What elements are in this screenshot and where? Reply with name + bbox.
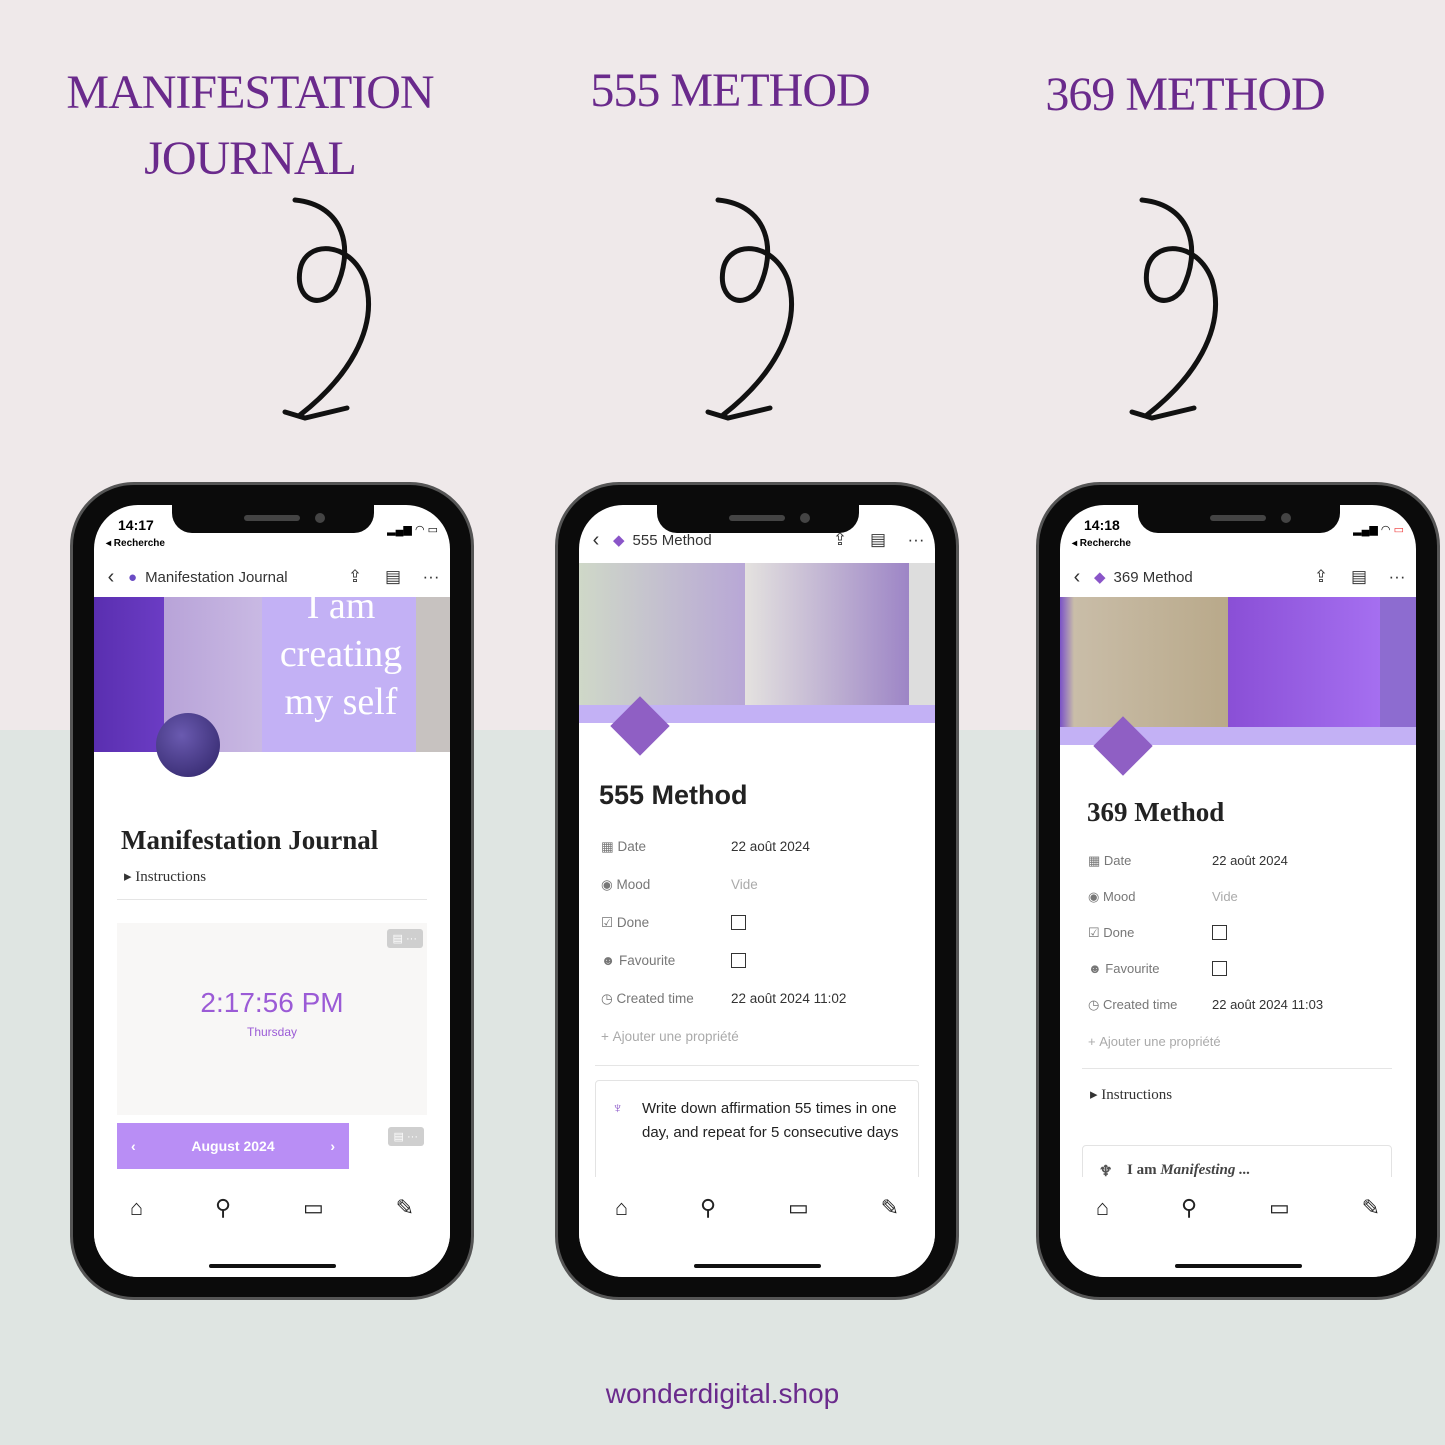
planet-page-icon bbox=[156, 713, 220, 777]
curly-arrow-icon bbox=[1129, 197, 1218, 421]
prop-favourite-label: Favourite bbox=[618, 953, 676, 968]
status-time: 14:18 bbox=[1084, 517, 1120, 533]
clock-time: 2:17:56 PM bbox=[200, 987, 344, 1018]
more-icon[interactable]: ··· bbox=[1378, 567, 1416, 587]
back-icon[interactable]: ‹ bbox=[94, 566, 128, 589]
divider bbox=[595, 1065, 919, 1066]
prop-favourite-label: Favourite bbox=[1105, 961, 1160, 976]
favourite-checkbox[interactable] bbox=[1212, 961, 1227, 976]
widget-options-button[interactable]: ▤ ··· bbox=[386, 929, 423, 948]
prop-mood-label: Mood bbox=[616, 877, 651, 892]
curly-arrow-icon bbox=[705, 197, 794, 421]
planet-icon: ● bbox=[128, 568, 138, 586]
home-icon[interactable]: ⌂ bbox=[1096, 1195, 1109, 1277]
phone-555-method: ‹ ◆ 555 Method ⇪ ▤ ··· 555 Method ▦ Date… bbox=[555, 482, 959, 1300]
callout-text: Write down affirmation 55 times in one d… bbox=[642, 1100, 899, 1141]
done-checkbox[interactable] bbox=[731, 915, 746, 930]
tab-bar: ⌂ ⚲ ▭ ✎ bbox=[579, 1177, 935, 1277]
calendar-month: August 2024 bbox=[191, 1138, 275, 1154]
edit-icon[interactable]: ✎ bbox=[1362, 1195, 1380, 1277]
prop-date-label: Date bbox=[1103, 853, 1132, 868]
favourite-checkbox[interactable] bbox=[731, 953, 746, 968]
title-369-method: 369 METHOD bbox=[1045, 68, 1325, 121]
status-time: 14:17 bbox=[118, 517, 154, 533]
prop-date-label: Date bbox=[617, 839, 647, 854]
clock-day: Thursday bbox=[246, 1025, 298, 1039]
tab-bar: ⌂ ⚲ ▭ ✎ bbox=[1060, 1177, 1416, 1277]
widget-options-button[interactable]: ▤ ··· bbox=[387, 1127, 424, 1146]
back-to-app-link[interactable]: ◂ Recherche bbox=[106, 538, 165, 549]
home-indicator bbox=[209, 1264, 336, 1268]
more-icon[interactable]: ··· bbox=[412, 567, 450, 587]
page-title: 555 Method bbox=[599, 780, 748, 810]
prop-created-value: 22 août 2024 11:03 bbox=[1212, 997, 1324, 1012]
cover-image bbox=[579, 563, 935, 705]
prop-mood-value[interactable]: Vide bbox=[1212, 889, 1238, 905]
back-icon[interactable]: ‹ bbox=[579, 529, 613, 552]
done-checkbox[interactable] bbox=[1212, 925, 1227, 940]
prop-created-label: Created time bbox=[1102, 997, 1178, 1012]
instructions-label: Instructions bbox=[1101, 1087, 1173, 1103]
add-property-label: Ajouter une propriété bbox=[1099, 1034, 1221, 1049]
phone-369-method: 14:18 ◂ Recherche ▂▄▆ ◠ ▭ ‹ ◆ 369 Method… bbox=[1036, 482, 1440, 1300]
page-title: 369 Method bbox=[1087, 797, 1225, 827]
footer-website[interactable]: wonderdigital.shop bbox=[0, 1378, 1445, 1410]
prop-mood-value[interactable]: Vide bbox=[731, 877, 758, 893]
tag-icon: ◆ bbox=[1094, 569, 1106, 586]
divider bbox=[1082, 1068, 1392, 1069]
add-property-label: Ajouter une propriété bbox=[612, 1029, 739, 1044]
top-nav: ‹ ◆ 369 Method ⇪ ▤ ··· bbox=[1060, 557, 1416, 597]
back-to-app-link[interactable]: ◂ Recherche bbox=[1072, 538, 1131, 549]
comment-icon[interactable]: ▤ bbox=[1340, 567, 1378, 587]
more-icon[interactable]: ··· bbox=[897, 530, 935, 550]
tulip-icon: ♆ bbox=[612, 1100, 624, 1117]
page-title: Manifestation Journal bbox=[121, 825, 379, 855]
cover-image: I am creating my self bbox=[94, 585, 450, 752]
add-property-button[interactable]: + Ajouter une propriété bbox=[601, 1029, 921, 1044]
clock-widget: ▤ ··· 2:17:56 PM Thursday bbox=[117, 923, 427, 1115]
callout-text: I am bbox=[1127, 1162, 1161, 1178]
home-icon[interactable]: ⌂ bbox=[615, 1195, 628, 1277]
prop-mood-label: Mood bbox=[1102, 889, 1136, 904]
prop-done-label: Done bbox=[1103, 925, 1135, 940]
cover-text: I am creating my self bbox=[279, 585, 403, 723]
curly-arrow-icon bbox=[282, 197, 371, 421]
prop-done-label: Done bbox=[616, 915, 650, 930]
edit-icon[interactable]: ✎ bbox=[881, 1195, 899, 1277]
prev-month-icon[interactable]: ‹ bbox=[131, 1138, 136, 1154]
share-icon[interactable]: ⇪ bbox=[821, 530, 859, 550]
share-icon[interactable]: ⇪ bbox=[1302, 567, 1340, 587]
title-manifestation-journal: MANIFESTATION JOURNAL bbox=[66, 66, 434, 185]
divider bbox=[117, 899, 427, 900]
calendar-header: ‹ August 2024 › bbox=[117, 1123, 349, 1169]
back-icon[interactable]: ‹ bbox=[1060, 566, 1094, 589]
edit-icon[interactable]: ✎ bbox=[396, 1195, 414, 1277]
add-property-button[interactable]: + Ajouter une propriété bbox=[1088, 1034, 1408, 1049]
prop-created-label: Created time bbox=[616, 991, 694, 1006]
nav-title: 369 Method bbox=[1113, 568, 1193, 586]
prop-date-value[interactable]: 22 août 2024 bbox=[731, 839, 810, 855]
title-555-method: 555 METHOD bbox=[590, 64, 870, 117]
home-icon[interactable]: ⌂ bbox=[130, 1195, 143, 1277]
next-month-icon[interactable]: › bbox=[330, 1138, 335, 1154]
callout-text-italic: Manifesting ... bbox=[1160, 1162, 1251, 1178]
instructions-toggle[interactable]: ▸ Instructions bbox=[1090, 1085, 1172, 1104]
instructions-toggle[interactable]: ▸ Instructions bbox=[124, 867, 206, 886]
home-indicator bbox=[694, 1264, 821, 1268]
comment-icon[interactable]: ▤ bbox=[859, 530, 897, 550]
prop-created-value: 22 août 2024 11:02 bbox=[731, 991, 847, 1006]
status-icons: ▂▄▆ ◠ ▭ bbox=[387, 524, 438, 536]
cover-image bbox=[1060, 597, 1416, 727]
home-indicator bbox=[1175, 1264, 1302, 1268]
prop-date-value[interactable]: 22 août 2024 bbox=[1212, 853, 1288, 869]
tag-icon: ◆ bbox=[613, 532, 625, 549]
instructions-label: Instructions bbox=[135, 869, 207, 885]
nav-title: 555 Method bbox=[632, 531, 712, 549]
status-icons: ▂▄▆ ◠ ▭ bbox=[1353, 524, 1404, 536]
tab-bar: ⌂ ⚲ ▭ ✎ bbox=[94, 1177, 450, 1277]
phone-manifestation-journal: 14:17 ◂ Recherche ▂▄▆ ◠ ▭ ‹ ● Manifestat… bbox=[70, 482, 474, 1300]
